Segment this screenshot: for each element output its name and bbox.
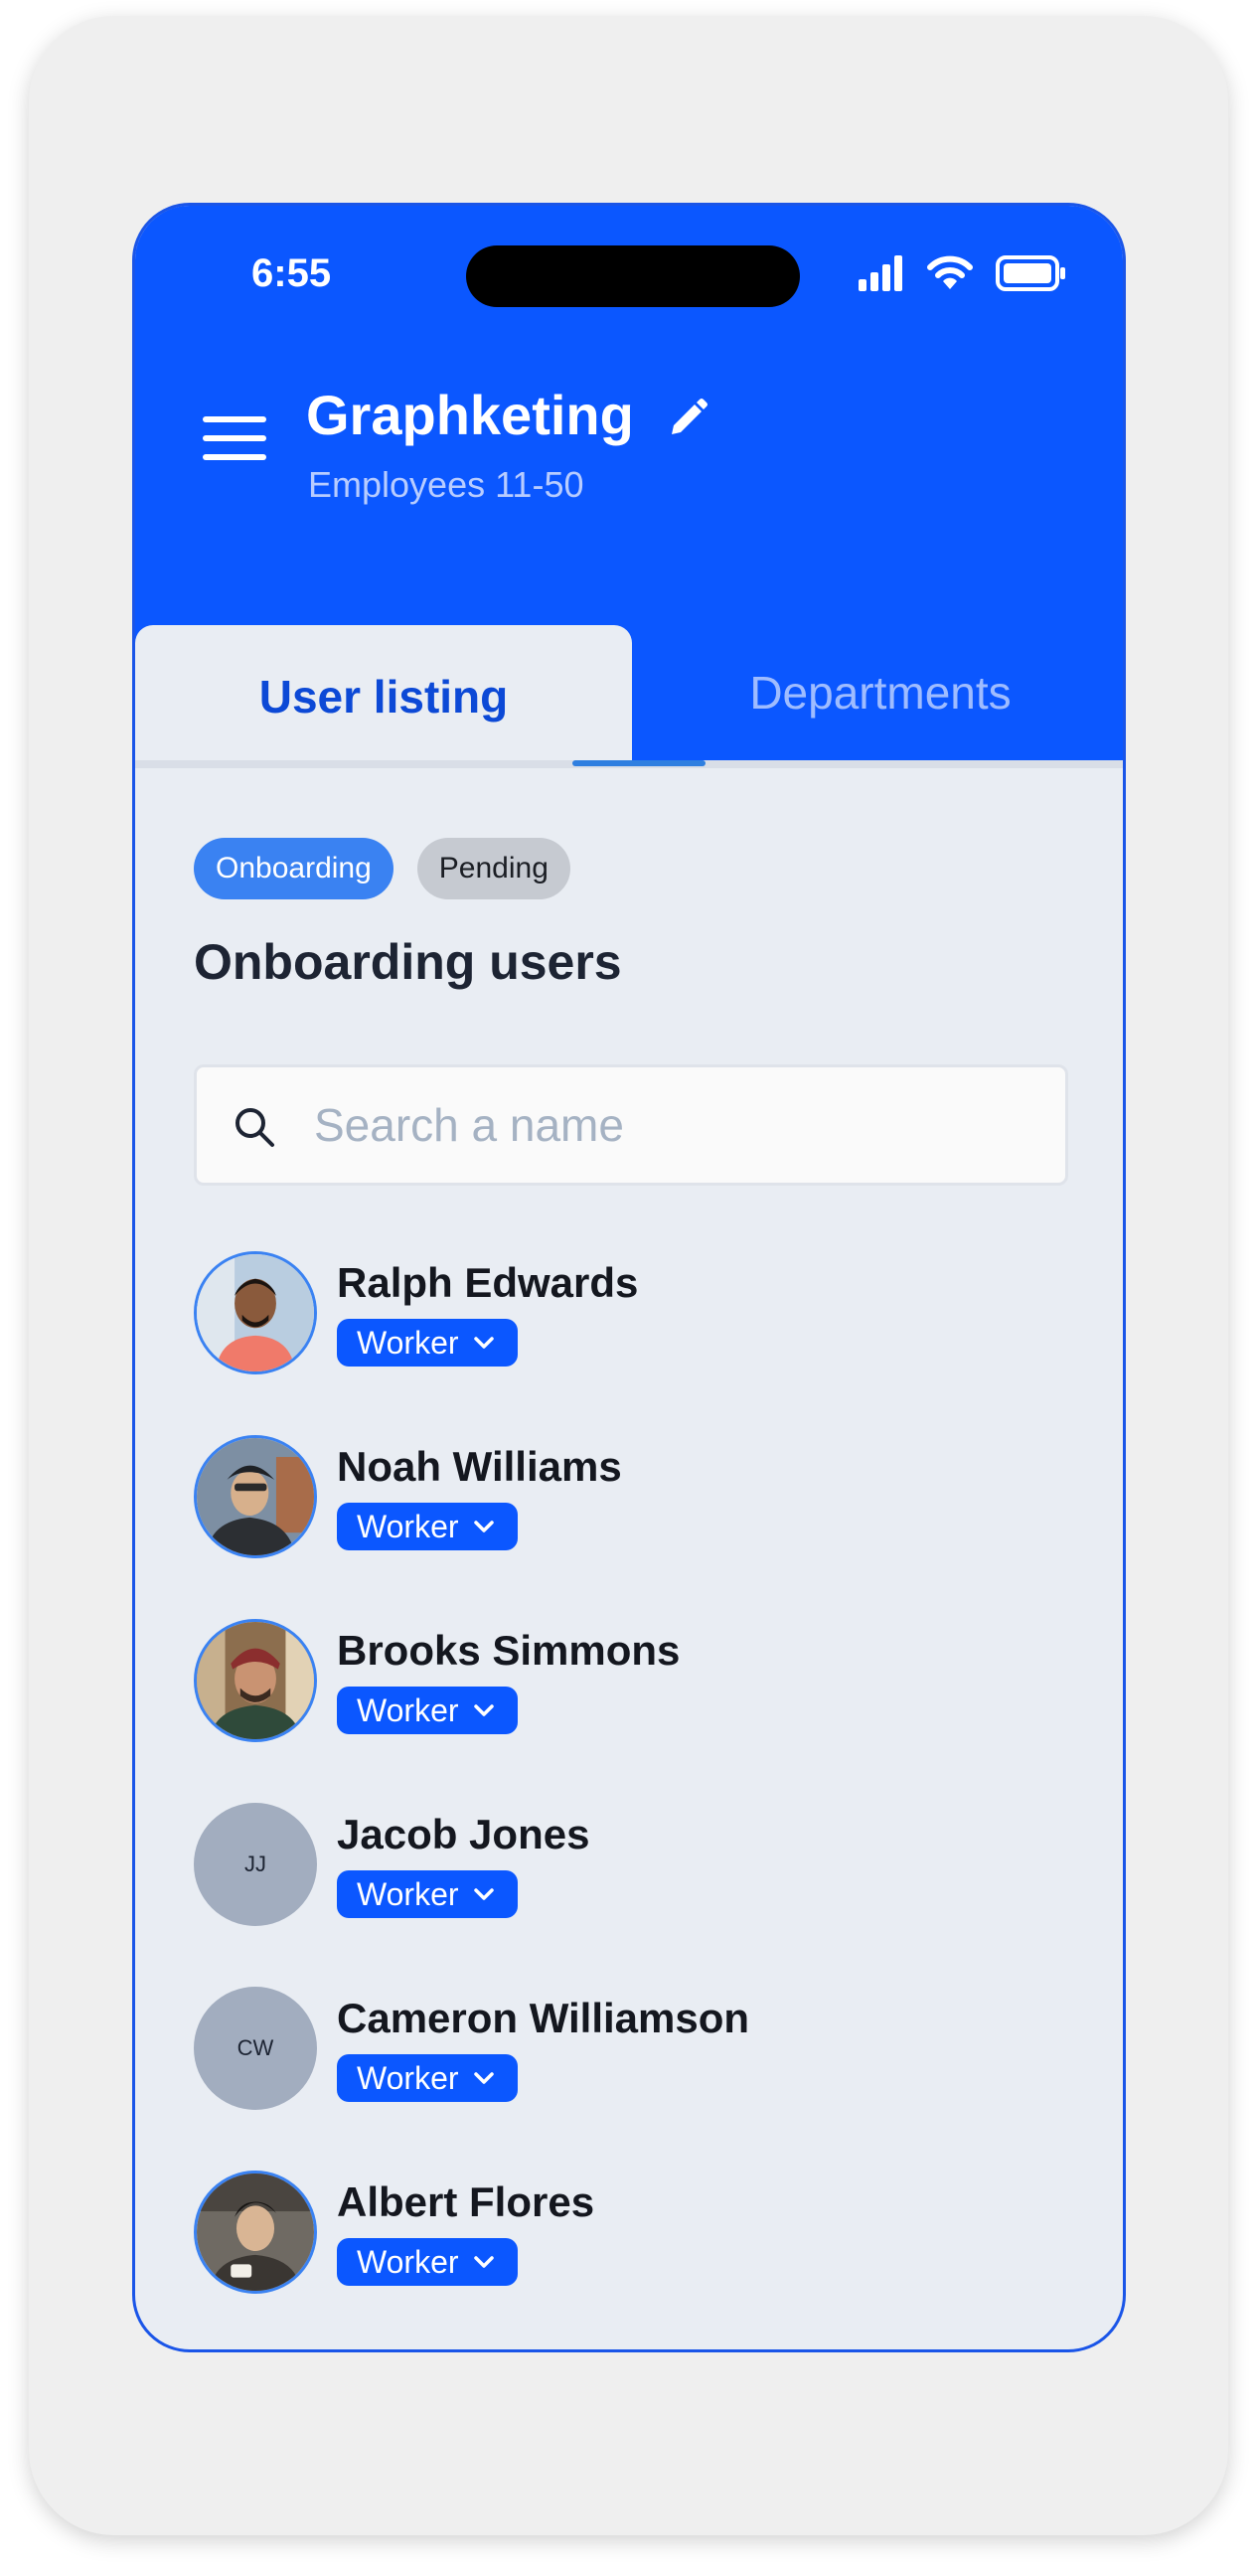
role-dropdown[interactable]: Worker	[337, 1687, 518, 1734]
role-dropdown[interactable]: Worker	[337, 1319, 518, 1367]
tab-departments[interactable]: Departments	[632, 625, 1123, 760]
user-row[interactable]: Ralph Edwards Worker	[194, 1251, 1048, 1380]
user-name: Albert Flores	[337, 2178, 595, 2225]
avatar-initials: CW	[194, 1987, 317, 2110]
signal-icon	[859, 255, 902, 291]
company-name: Graphketing	[306, 384, 634, 446]
chevron-down-icon	[473, 2072, 494, 2084]
chip-onboarding[interactable]: Onboarding	[194, 838, 393, 899]
role-dropdown[interactable]: Worker	[337, 2054, 518, 2102]
user-name: Cameron Williamson	[337, 1995, 750, 2041]
chevron-down-icon	[473, 1888, 494, 1900]
tab-departments-label: Departments	[749, 667, 1012, 719]
status-time: 6:55	[251, 251, 332, 295]
avatar	[194, 2171, 317, 2294]
user-row[interactable]: CW Cameron Williamson Worker	[194, 1987, 1048, 2116]
chevron-down-icon	[473, 1337, 494, 1349]
chip-pending[interactable]: Pending	[416, 838, 570, 899]
search-input[interactable]	[314, 1089, 1029, 1161]
section-title: Onboarding users	[194, 934, 622, 990]
chevron-down-icon	[473, 2256, 494, 2268]
avatar	[194, 1251, 317, 1374]
role-label: Worker	[357, 1691, 459, 1728]
user-row[interactable]: JJ Jacob Jones Worker	[194, 1803, 1048, 1932]
user-name: Jacob Jones	[337, 1811, 590, 1857]
tab-user-listing[interactable]: User listing	[135, 625, 632, 768]
role-label: Worker	[357, 1508, 459, 1544]
avatar-initials: JJ	[194, 1803, 317, 1926]
hamburger-menu-icon[interactable]	[203, 416, 266, 460]
chevron-down-icon	[473, 1704, 494, 1716]
company-size: Employees 11-50	[308, 464, 584, 505]
user-row[interactable]: Noah Williams Worker	[194, 1435, 1048, 1564]
user-row[interactable]: Albert Flores Worker	[194, 2171, 1048, 2300]
edit-pencil-icon[interactable]	[666, 397, 709, 440]
search-box[interactable]	[194, 1064, 1068, 1186]
user-row[interactable]: Brooks Simmons Worker	[194, 1619, 1048, 1748]
wifi-icon	[927, 255, 973, 289]
user-name: Ralph Edwards	[337, 1259, 639, 1306]
role-dropdown[interactable]: Worker	[337, 1870, 518, 1918]
role-dropdown[interactable]: Worker	[337, 1503, 518, 1550]
role-label: Worker	[357, 2059, 459, 2096]
tab-user-listing-label: User listing	[258, 671, 509, 723]
avatar	[194, 1619, 317, 1742]
role-label: Worker	[357, 2243, 459, 2280]
battery-icon	[996, 255, 1065, 291]
status-icons	[859, 255, 1067, 291]
chevron-down-icon	[473, 1521, 494, 1532]
role-dropdown[interactable]: Worker	[337, 2238, 518, 2286]
filter-chips: Onboarding Pending	[194, 838, 570, 899]
user-name: Noah Williams	[337, 1443, 622, 1490]
tab-indicator	[572, 760, 706, 766]
phone-screen: 6:55 Graphketing Employees 11-50 User li…	[132, 203, 1126, 2352]
user-name: Brooks Simmons	[337, 1627, 681, 1674]
role-label: Worker	[357, 1875, 459, 1912]
search-icon	[236, 1108, 274, 1147]
role-label: Worker	[357, 1324, 459, 1361]
avatar	[194, 1435, 317, 1558]
dynamic-island	[466, 245, 800, 307]
